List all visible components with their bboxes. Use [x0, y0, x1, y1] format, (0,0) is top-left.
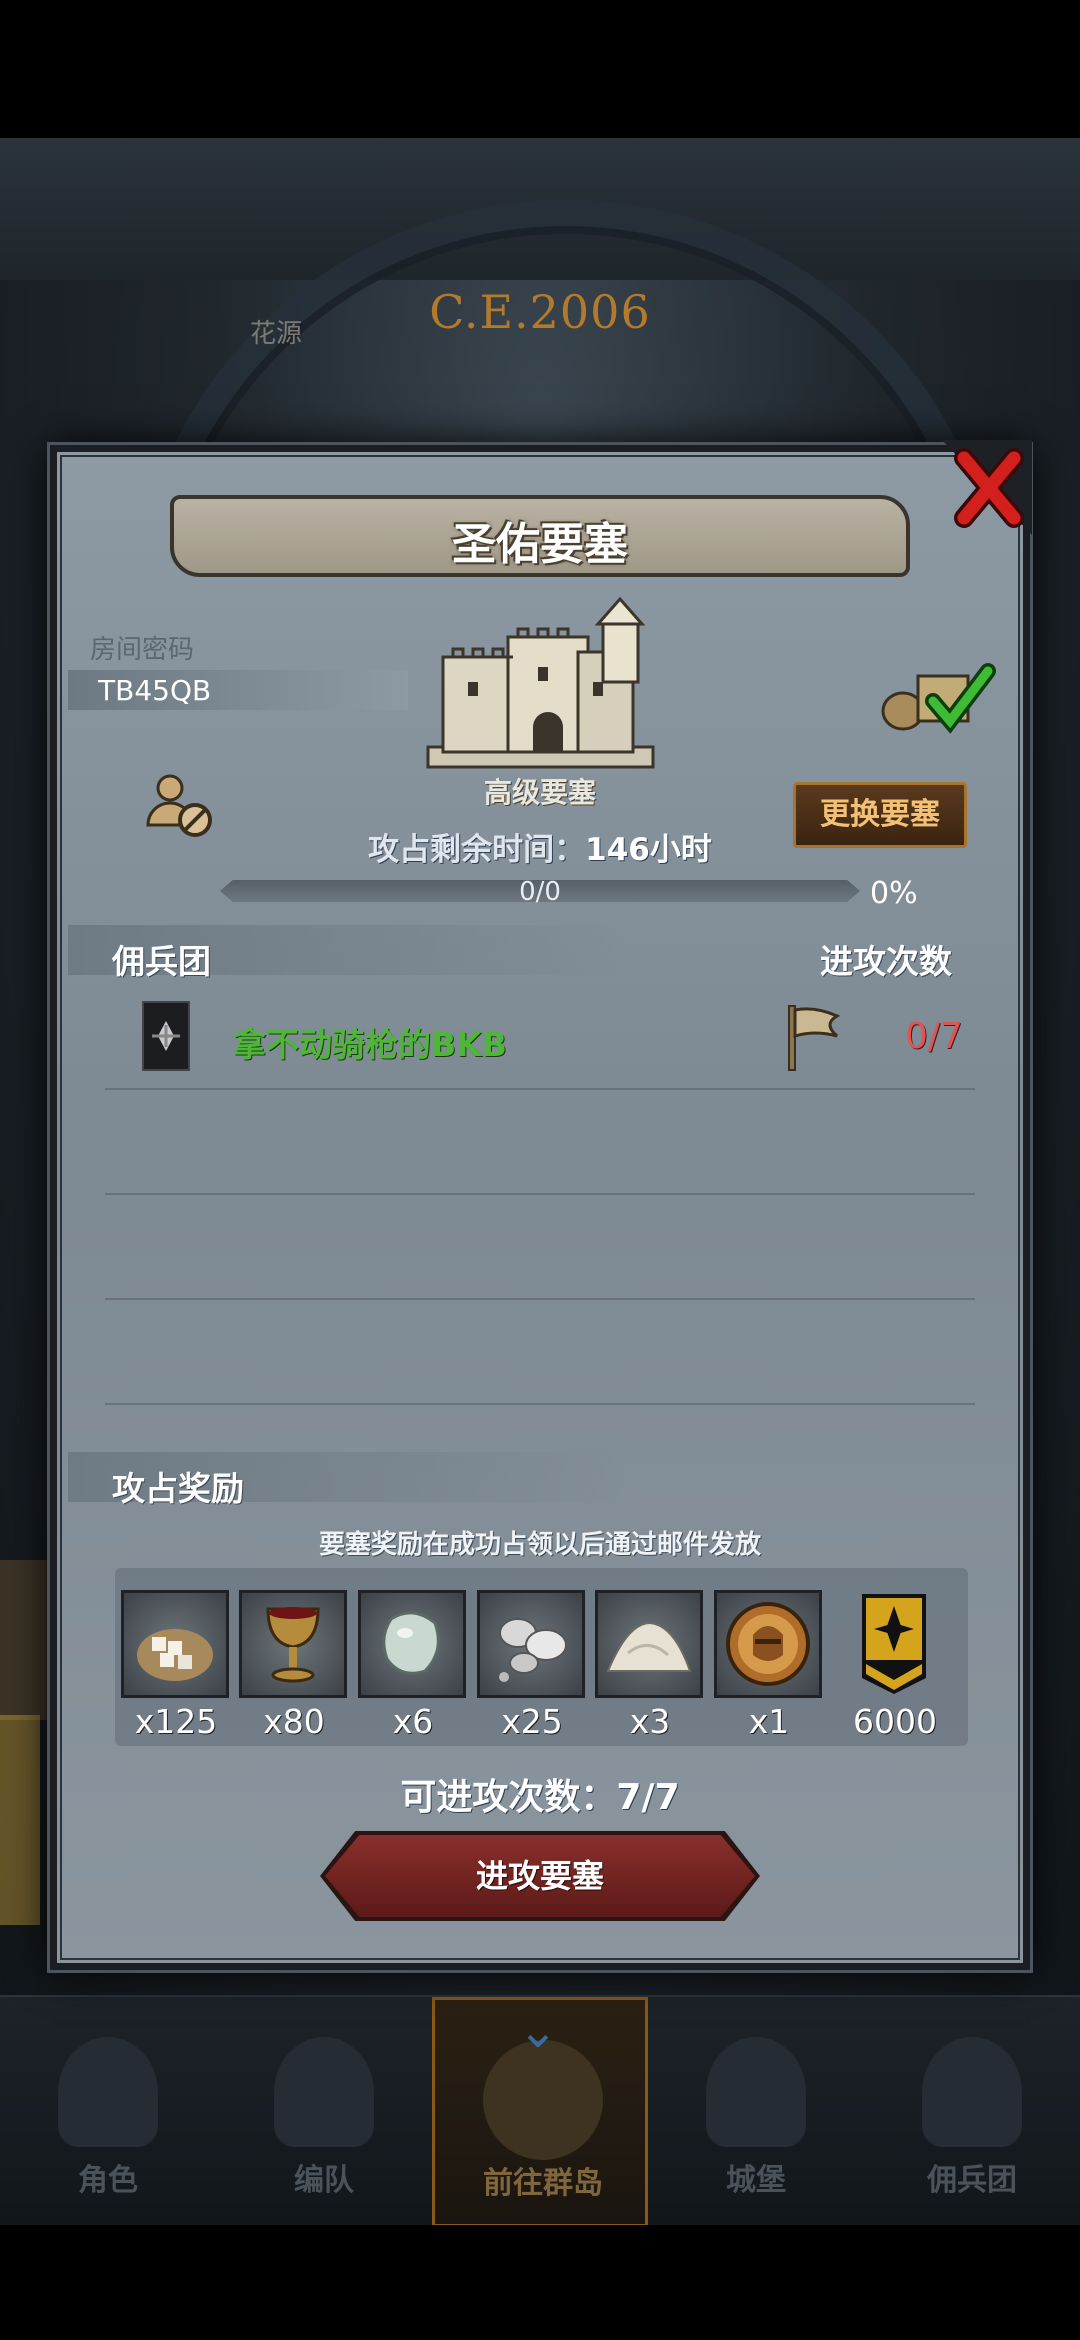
row-divider — [105, 1403, 975, 1405]
salt-pile-icon — [595, 1590, 703, 1698]
attack-count-value: 7/7 — [616, 1777, 680, 1818]
goblet-icon — [239, 1590, 347, 1698]
room-code: TB45QB — [98, 674, 212, 707]
dialog-title: 圣佑要塞 — [452, 519, 628, 570]
knight-medal-icon — [714, 1590, 822, 1698]
nav-label-castle: 城堡 — [726, 2163, 786, 2198]
fortress-icon — [418, 596, 663, 772]
capture-progress-text: 0/0 — [519, 877, 561, 907]
mercenary-icon — [922, 2037, 1022, 2147]
guild-name[interactable]: 拿不动骑枪的BKB — [233, 1018, 507, 1066]
reward-item[interactable]: x125 — [121, 1590, 231, 1741]
nav-item-mercenary[interactable]: 佣兵团 — [864, 1997, 1080, 2227]
time-remaining: 攻占剩余时间：146小时 — [0, 824, 1080, 869]
formation-icon — [274, 2037, 374, 2147]
era-label: C.E.2006 — [429, 285, 651, 339]
reward-item[interactable]: x80 — [239, 1590, 349, 1741]
reward-item[interactable]: 6000 — [840, 1590, 950, 1741]
bottom-area — [0, 2225, 1080, 2340]
attack-count: 可进攻次数：7/7 — [0, 1768, 1080, 1820]
flag-icon — [783, 1002, 841, 1072]
row-divider — [105, 1088, 975, 1090]
room-code-label: 房间密码 — [90, 635, 195, 665]
row-divider — [105, 1298, 975, 1300]
attack-count-label: 可进攻次数： — [400, 1777, 617, 1818]
reward-quantity: x80 — [263, 1702, 325, 1741]
nav-label-mercenary: 佣兵团 — [927, 2163, 1017, 2198]
attacks-header: 进攻次数 — [820, 942, 952, 981]
attack-fortress-button[interactable]: 进攻要塞 — [325, 1835, 755, 1917]
guild-attack-count: 0/7 — [905, 1016, 963, 1057]
supply-check-icon[interactable] — [878, 656, 998, 736]
background-map-text: 花源 — [250, 319, 303, 349]
silver-ore-icon — [477, 1590, 585, 1698]
reward-item[interactable]: x3 — [595, 1590, 705, 1741]
reward-quantity: x6 — [392, 1702, 434, 1741]
background-side-panel — [0, 1560, 50, 1720]
time-remaining-value: 146小时 — [585, 832, 712, 868]
reward-header: 攻占奖励 — [112, 1469, 244, 1508]
background-side-panel-2 — [0, 1715, 40, 1925]
chevron-down-icon: ⌄ — [517, 2003, 559, 2059]
character-icon — [58, 2037, 158, 2147]
reward-note: 要塞奖励在成功占领以后通过邮件发放 — [318, 1530, 761, 1560]
guild-banner-icon — [840, 1590, 948, 1698]
reward-item[interactable]: x1 — [714, 1590, 824, 1741]
reward-quantity: x3 — [629, 1702, 671, 1741]
gemstone-icon — [358, 1590, 466, 1698]
capture-progress-percent: 0% — [870, 876, 918, 911]
guild-emblem-icon — [142, 1001, 190, 1071]
nav-item-castle[interactable]: 城堡 — [648, 1997, 864, 2227]
time-remaining-label: 攻占剩余时间： — [368, 832, 586, 868]
sugar-sack-icon — [121, 1590, 229, 1698]
nav-item-character[interactable]: 角色 — [0, 1997, 216, 2227]
close-icon — [942, 440, 1032, 535]
nav-label-formation: 编队 — [294, 2163, 354, 2198]
reward-item[interactable]: x6 — [358, 1590, 468, 1741]
reward-quantity: x125 — [134, 1702, 218, 1741]
close-button[interactable] — [942, 440, 1032, 535]
castle-icon — [706, 2037, 806, 2147]
attack-fortress-label: 进攻要塞 — [475, 1857, 604, 1895]
status-area — [0, 0, 1080, 138]
reward-quantity: 6000 — [853, 1702, 937, 1741]
nav-label-character: 角色 — [78, 2163, 138, 2198]
nav-label-islands: 前往群岛 — [483, 2166, 603, 2201]
reward-quantity: x1 — [748, 1702, 790, 1741]
reward-quantity: x25 — [501, 1702, 563, 1741]
mercenary-header: 佣兵团 — [112, 942, 211, 981]
nav-item-formation[interactable]: 编队 — [216, 1997, 432, 2227]
row-divider — [105, 1193, 975, 1195]
reward-item[interactable]: x25 — [477, 1590, 587, 1741]
